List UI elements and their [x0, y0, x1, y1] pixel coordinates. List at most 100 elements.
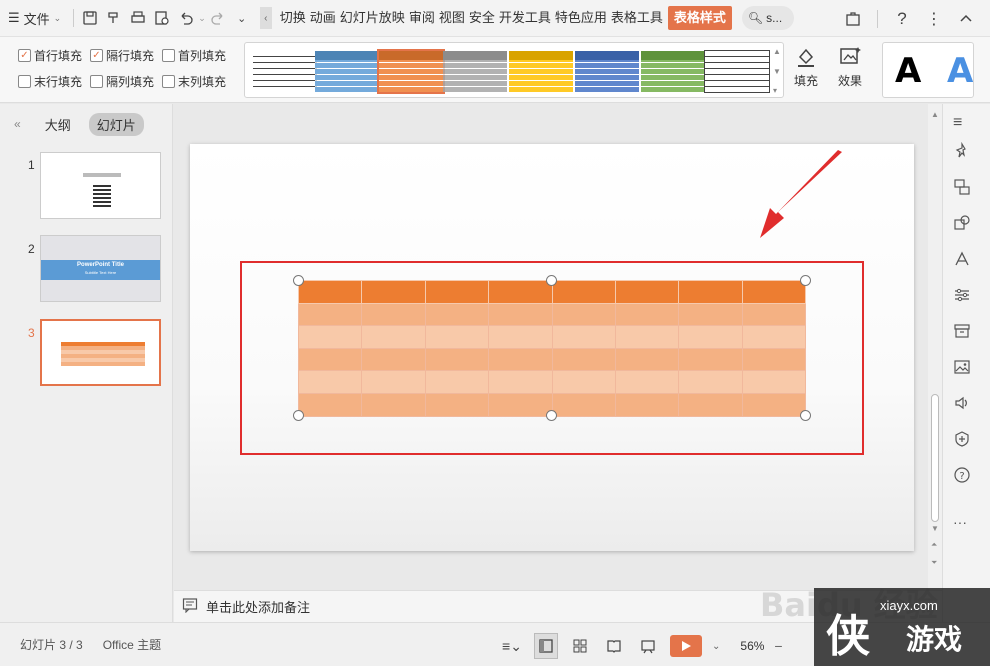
table-cell[interactable] [361, 280, 426, 304]
table-cell[interactable] [678, 370, 743, 394]
table-style-swatch[interactable] [253, 51, 317, 92]
table-cell[interactable] [551, 280, 616, 304]
table-cell[interactable] [297, 392, 363, 417]
tab-review[interactable]: 审阅 [407, 6, 437, 30]
print-icon[interactable] [126, 5, 150, 31]
tab-animation[interactable]: 动画 [308, 6, 338, 30]
tab-transition[interactable]: 切换 [278, 6, 308, 30]
table-cell[interactable] [488, 302, 553, 327]
more-horizontal-icon[interactable]: ··· [953, 514, 973, 534]
play-slideshow-button[interactable] [670, 635, 702, 657]
redo-icon[interactable] [206, 5, 230, 31]
checkbox-banded-rows[interactable]: ✓ 隔行填充 [90, 47, 162, 63]
table-cell[interactable] [741, 302, 807, 327]
resize-handle[interactable] [546, 275, 557, 286]
table-cell[interactable] [741, 325, 807, 349]
table-cell[interactable] [551, 370, 616, 394]
checkbox-last-column-fill[interactable]: 末列填充 [162, 73, 234, 89]
chevron-down-icon[interactable]: ⌄ [712, 641, 720, 652]
checkbox-first-row-fill[interactable]: ✓ 首行填充 [18, 47, 90, 63]
customize-toolbar-icon[interactable]: ⌄ [230, 5, 254, 31]
tab-security[interactable]: 安全 [467, 6, 497, 30]
previous-slide-icon[interactable]: ⏶ [931, 540, 937, 550]
chevron-up-icon[interactable]: ▲ [773, 47, 781, 56]
collapse-panel-icon[interactable]: « [14, 117, 21, 131]
table-cell[interactable] [488, 347, 553, 372]
table-cell[interactable] [678, 392, 743, 417]
collapse-ribbon-icon[interactable] [954, 6, 978, 32]
tab-slides[interactable]: 幻灯片 [88, 112, 144, 136]
effects-button[interactable]: 效果 [838, 45, 862, 89]
table-cell[interactable] [741, 392, 807, 417]
table-style-swatch[interactable] [509, 51, 573, 92]
gallery-scrollbar[interactable]: ▲ ▼ ▾ [773, 47, 781, 95]
table-cell[interactable] [297, 325, 363, 349]
image-icon[interactable] [953, 358, 973, 378]
table-style-swatch[interactable] [315, 51, 379, 92]
slide-sorter-icon[interactable] [568, 633, 592, 659]
table-cell[interactable] [424, 370, 490, 394]
table-cell[interactable] [424, 347, 490, 372]
table-cell[interactable] [361, 302, 426, 327]
table-cell[interactable] [424, 325, 490, 349]
tab-slideshow[interactable]: 幻灯片放映 [338, 6, 407, 30]
table-cell[interactable] [361, 370, 426, 394]
presenter-icon[interactable] [636, 633, 660, 659]
table-style-swatch[interactable] [704, 50, 770, 93]
save-icon[interactable] [78, 5, 102, 31]
shield-icon[interactable] [953, 430, 973, 450]
table-cell[interactable] [551, 392, 616, 417]
table-cell[interactable] [614, 302, 680, 327]
table-cell[interactable] [297, 370, 363, 394]
table-cell[interactable] [614, 347, 680, 372]
more-vertical-icon[interactable]: ⋮ [922, 6, 946, 32]
tab-features[interactable]: 特色应用 [553, 6, 609, 30]
table-cell[interactable] [678, 347, 743, 372]
table-cell[interactable] [678, 302, 743, 327]
table-cell[interactable] [678, 325, 743, 349]
table-style-swatch[interactable] [443, 51, 507, 92]
scrollbar-thumb[interactable] [931, 394, 939, 522]
table-style-swatch[interactable] [575, 51, 639, 92]
notes-placeholder[interactable]: 单击此处添加备注 [206, 597, 310, 616]
next-slide-icon[interactable]: ⏷ [931, 558, 937, 568]
scroll-up-icon[interactable]: ▲ [931, 110, 939, 119]
canvas-vertical-scrollbar[interactable]: ▲ ▼ ⏶ ⏷ [928, 104, 942, 590]
table-cell[interactable] [361, 325, 426, 349]
tab-developer[interactable]: 开发工具 [497, 6, 553, 30]
chevron-down-icon[interactable]: ⌄ [198, 13, 206, 24]
text-style-sample-blue[interactable]: A [947, 51, 973, 91]
checkbox-first-column-fill[interactable]: 首列填充 [162, 47, 234, 63]
table-cell[interactable] [614, 280, 680, 304]
table-cell[interactable] [614, 325, 680, 349]
tab-table-style[interactable]: 表格样式 [667, 6, 732, 30]
workspace-icon[interactable] [841, 6, 865, 32]
tab-outline[interactable]: 大纲 [37, 113, 79, 136]
resize-handle[interactable] [293, 275, 304, 286]
table-cell[interactable] [297, 302, 363, 327]
text-style-gallery[interactable]: A A [882, 42, 974, 98]
pin-icon[interactable] [953, 141, 973, 162]
undo-icon[interactable] [174, 5, 198, 31]
table-cell[interactable] [551, 325, 616, 349]
table-style-swatch[interactable] [377, 49, 445, 94]
table-cell[interactable] [488, 325, 553, 349]
normal-view-icon[interactable] [534, 633, 558, 659]
table-cell[interactable] [488, 392, 553, 417]
table-cell[interactable] [614, 370, 680, 394]
help-circle-icon[interactable]: ? [953, 466, 973, 486]
slide-thumbnail-1[interactable] [40, 152, 161, 219]
preview-icon[interactable] [150, 5, 174, 31]
resize-handle[interactable] [293, 410, 304, 421]
table-cell[interactable] [424, 302, 490, 327]
table-cell[interactable] [361, 347, 426, 372]
slide-thumbnail-2[interactable]: PowerPoint Title Subtitle Text Here [40, 235, 161, 302]
expand-gallery-icon[interactable]: ▾ [773, 86, 781, 95]
table-cell[interactable] [741, 280, 807, 304]
reading-view-icon[interactable] [602, 633, 626, 659]
text-effect-icon[interactable] [953, 250, 973, 270]
tab-table-tools[interactable]: 表格工具 [609, 6, 665, 30]
table-cell[interactable] [741, 347, 807, 372]
table-cell[interactable] [551, 302, 616, 327]
table-cell[interactable] [488, 280, 553, 304]
